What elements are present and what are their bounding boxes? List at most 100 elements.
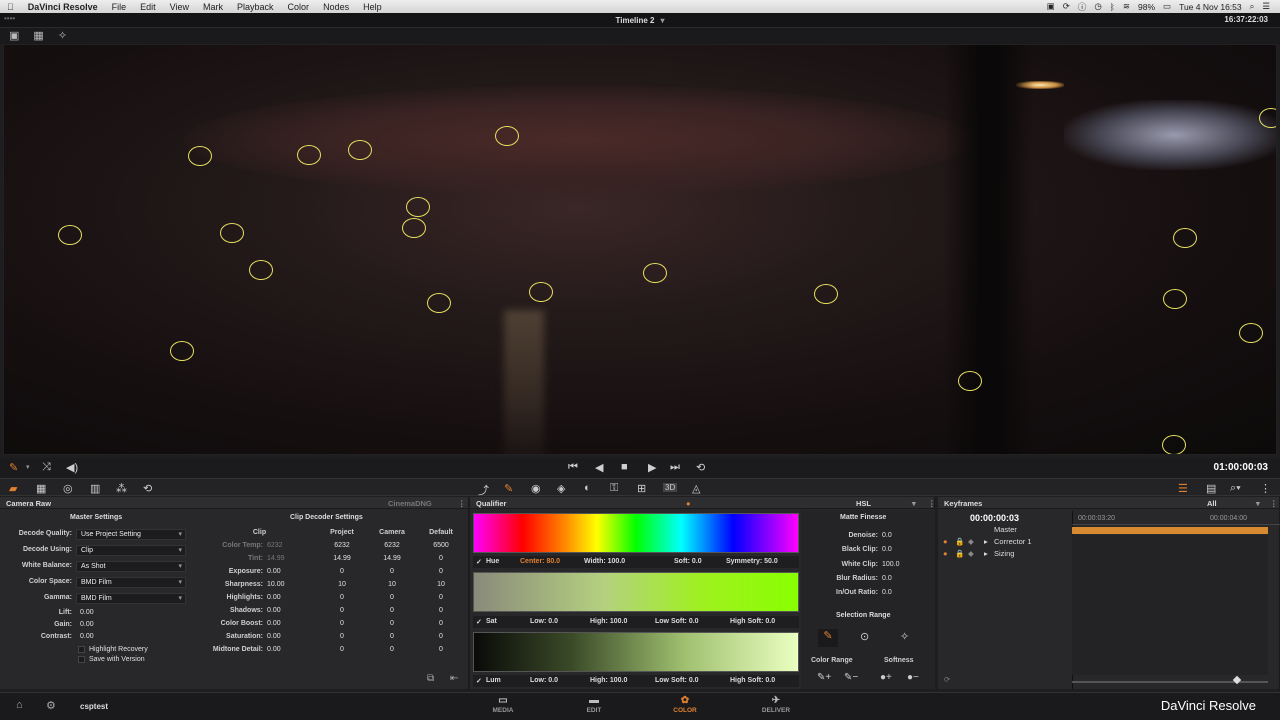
- zoom-icon[interactable]: ⌕▾: [1230, 482, 1241, 495]
- loop-button[interactable]: ⟲: [696, 461, 705, 474]
- tracker-point[interactable]: [814, 284, 838, 304]
- hue-range-strip[interactable]: [473, 513, 799, 553]
- primaries-bars-icon[interactable]: ▥: [90, 482, 100, 495]
- lum-low-soft[interactable]: Low Soft: 0.0: [655, 677, 699, 684]
- sat-high-soft[interactable]: High Soft: 0.0: [730, 618, 775, 625]
- search-icon[interactable]: ⌕: [1250, 1, 1255, 12]
- raw-format[interactable]: CinemaDNG: [388, 499, 432, 508]
- rgb-mixer-icon[interactable]: ⁂: [116, 482, 127, 495]
- keyframe-track-area[interactable]: [1072, 535, 1268, 675]
- save-with-version-checkbox[interactable]: [78, 656, 85, 663]
- pick-color-icon[interactable]: ✎: [818, 629, 838, 647]
- lum-high[interactable]: High: 100.0: [590, 677, 627, 684]
- track-dot[interactable]: ●: [943, 537, 948, 546]
- tracker-point[interactable]: [348, 140, 372, 160]
- app-menu[interactable]: DaVinci Resolve: [21, 2, 105, 12]
- tracker-icon[interactable]: ◈: [557, 482, 565, 495]
- add-softness-icon[interactable]: ●+: [880, 672, 892, 683]
- hue-symmetry[interactable]: Symmetry: 50.0: [726, 558, 778, 565]
- home-icon[interactable]: ⌂: [16, 699, 23, 711]
- gamma-select[interactable]: BMD Film: [76, 593, 186, 604]
- contrast-value[interactable]: 0.00: [80, 633, 94, 640]
- tracker-point[interactable]: [170, 341, 194, 361]
- sat-low-soft[interactable]: Low Soft: 0.0: [655, 618, 699, 625]
- reverse-play-button[interactable]: ◀: [595, 461, 603, 474]
- tracker-point[interactable]: [1173, 228, 1197, 248]
- tracker-point[interactable]: [495, 126, 519, 146]
- sizing-icon[interactable]: ⊞: [637, 482, 646, 495]
- tracker-point[interactable]: [220, 223, 244, 243]
- menu-color[interactable]: Color: [281, 2, 317, 12]
- page-tab-deliver[interactable]: ✈ DELIVER: [751, 695, 801, 714]
- sat-low[interactable]: Low: 0.0: [530, 618, 558, 625]
- gain-value[interactable]: 0.00: [80, 621, 94, 628]
- white-clip-value[interactable]: 100.0: [882, 561, 900, 568]
- hue-width[interactable]: Width: 100.0: [584, 558, 625, 565]
- tracker-point[interactable]: [1162, 435, 1186, 454]
- keyframe-nav-icon[interactable]: ⟳: [944, 675, 950, 684]
- page-tab-media[interactable]: ▭ MEDIA: [478, 695, 528, 714]
- shuffle-icon[interactable]: ⤨: [42, 461, 51, 474]
- lum-checkbox[interactable]: ✓: [476, 677, 482, 685]
- inout-ratio-value[interactable]: 0.0: [882, 589, 892, 596]
- add-range-icon[interactable]: ✎+: [817, 672, 831, 683]
- menu-playback[interactable]: Playback: [230, 2, 281, 12]
- decoder-clip-value[interactable]: 0.00: [267, 607, 281, 614]
- subtract-range-icon[interactable]: ✎−: [844, 672, 858, 683]
- tracker-point[interactable]: [958, 371, 982, 391]
- audio-icon[interactable]: ◀): [66, 461, 78, 474]
- qualifier-mode-select[interactable]: HSL: [856, 499, 871, 508]
- info-panel-icon[interactable]: ▤: [1206, 482, 1216, 495]
- eyedropper-tool-icon[interactable]: ✎: [9, 461, 18, 474]
- keyframes-panel-icon[interactable]: ☰: [1178, 482, 1188, 495]
- hue-checkbox[interactable]: ✓: [476, 558, 482, 566]
- keyframe-diamond-icon[interactable]: ◆: [968, 537, 974, 546]
- bluetooth-icon[interactable]: ᛒ: [1110, 2, 1115, 12]
- keyframes-filter-select[interactable]: All: [1207, 499, 1217, 508]
- tracker-point[interactable]: [249, 260, 273, 280]
- color-wheels-icon[interactable]: ◎: [63, 482, 73, 495]
- filter-dropdown-icon[interactable]: ▾: [1256, 499, 1260, 508]
- decode-quality-select[interactable]: Use Project Setting: [76, 529, 186, 540]
- color-match-icon[interactable]: ▦: [36, 482, 46, 495]
- decoder-clip-value[interactable]: 0.00: [267, 633, 281, 640]
- notification-center-icon[interactable]: ☰: [1262, 1, 1270, 12]
- jump-to-end-button[interactable]: ⏭: [670, 461, 680, 474]
- hue-soft[interactable]: Soft: 0.0: [674, 558, 702, 565]
- battery-status[interactable]: 98%: [1138, 2, 1155, 12]
- highlight-recovery-checkbox[interactable]: [78, 646, 85, 653]
- tracker-point[interactable]: [1163, 289, 1187, 309]
- export-icon[interactable]: ⧉: [427, 673, 434, 684]
- picker-center-icon[interactable]: ⊙: [860, 630, 869, 643]
- tracker-point[interactable]: [1239, 323, 1263, 343]
- menu-edit[interactable]: Edit: [133, 2, 163, 12]
- panel-options-icon[interactable]: ⋮: [1270, 499, 1278, 508]
- lum-high-soft[interactable]: High Soft: 0.0: [730, 677, 775, 684]
- single-viewer-icon[interactable]: ▣: [9, 30, 19, 42]
- lum-range-strip[interactable]: [473, 632, 799, 672]
- expand-arrow-icon[interactable]: ▸: [984, 537, 988, 546]
- time-machine-icon[interactable]: ◷: [1094, 1, 1101, 12]
- lum-low[interactable]: Low: 0.0: [530, 677, 558, 684]
- magic-wand-icon[interactable]: ✧: [58, 30, 67, 42]
- play-button[interactable]: ▶: [648, 461, 656, 474]
- jump-to-start-button[interactable]: ⏮: [568, 461, 578, 474]
- track-dot[interactable]: ●: [943, 549, 948, 558]
- battery-icon[interactable]: ▭: [1163, 1, 1171, 12]
- decoder-clip-value[interactable]: 0.00: [267, 620, 281, 627]
- panel-options-icon[interactable]: ⋮: [928, 499, 936, 508]
- more-icon[interactable]: ⋮: [1260, 482, 1271, 495]
- timeline-dropdown-icon[interactable]: ▾: [660, 16, 664, 25]
- menu-help[interactable]: Help: [356, 2, 389, 12]
- denoise-value[interactable]: 0.0: [882, 532, 892, 539]
- master-keyframe-bar[interactable]: [1072, 527, 1268, 534]
- apple-menu-icon[interactable]: : [0, 2, 21, 12]
- blur-icon[interactable]: ◐: [584, 482, 591, 494]
- menu-file[interactable]: File: [105, 2, 134, 12]
- tracker-point[interactable]: [427, 293, 451, 313]
- camera-icon[interactable]: ▣: [1047, 1, 1055, 12]
- picker-wand-icon[interactable]: ✧: [900, 630, 909, 643]
- decoder-clip-value[interactable]: 0.00: [267, 568, 281, 575]
- sat-high[interactable]: High: 100.0: [590, 618, 627, 625]
- black-clip-value[interactable]: 0.0: [882, 546, 892, 553]
